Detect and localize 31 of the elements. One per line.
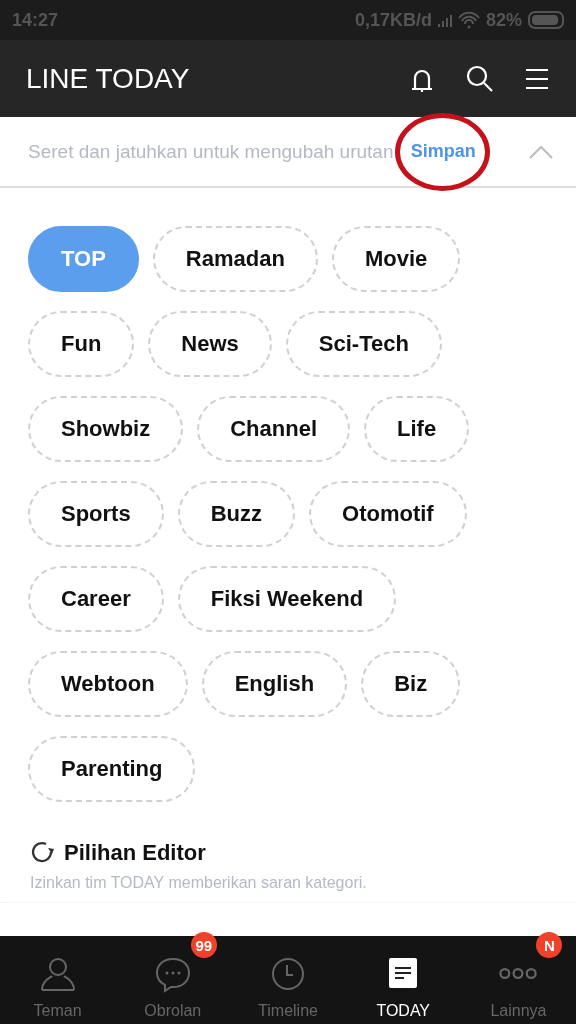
category-chip[interactable]: Buzz: [177, 481, 295, 547]
category-chip[interactable]: English: [201, 651, 348, 717]
tab-item[interactable]: TODAY: [345, 936, 461, 1024]
signal-icon: [437, 13, 452, 27]
wifi-icon: [457, 11, 480, 29]
battery-level: 82%: [485, 9, 522, 31]
category-chip[interactable]: Parenting: [28, 736, 196, 802]
category-chip[interactable]: Sports: [28, 481, 164, 547]
category-chip[interactable]: Life: [364, 396, 470, 462]
category-chip[interactable]: Webtoon: [28, 651, 188, 717]
category-chip[interactable]: Career: [28, 566, 164, 632]
category-chip[interactable]: Biz: [361, 651, 461, 717]
notification-badge: N: [536, 932, 563, 958]
category-chip[interactable]: Fiksi Weekend: [177, 566, 397, 632]
battery-icon: [528, 11, 564, 29]
category-chip[interactable]: Ramadan: [152, 226, 318, 292]
section-title: Pilihan Editor: [64, 840, 206, 866]
notification-badge: 99: [190, 932, 217, 958]
category-chip[interactable]: Channel: [197, 396, 350, 462]
category-chip[interactable]: Otomotif: [309, 481, 467, 547]
category-chip[interactable]: Showbiz: [28, 396, 184, 462]
category-chip[interactable]: Movie: [331, 226, 461, 292]
section-description: Izinkan tim TODAY memberikan saran kategori.: [30, 874, 368, 892]
search-icon[interactable]: [466, 64, 494, 93]
category-chip[interactable]: Sci-Tech: [285, 311, 442, 377]
clock-time: 14:27: [12, 9, 59, 31]
category-chip[interactable]: News: [148, 311, 272, 377]
dots-icon: [499, 968, 538, 979]
app-title: LINE TODAY: [26, 62, 191, 95]
network-speed: 0,17KB/d: [354, 9, 432, 31]
category-chip[interactable]: Fun: [28, 311, 135, 377]
